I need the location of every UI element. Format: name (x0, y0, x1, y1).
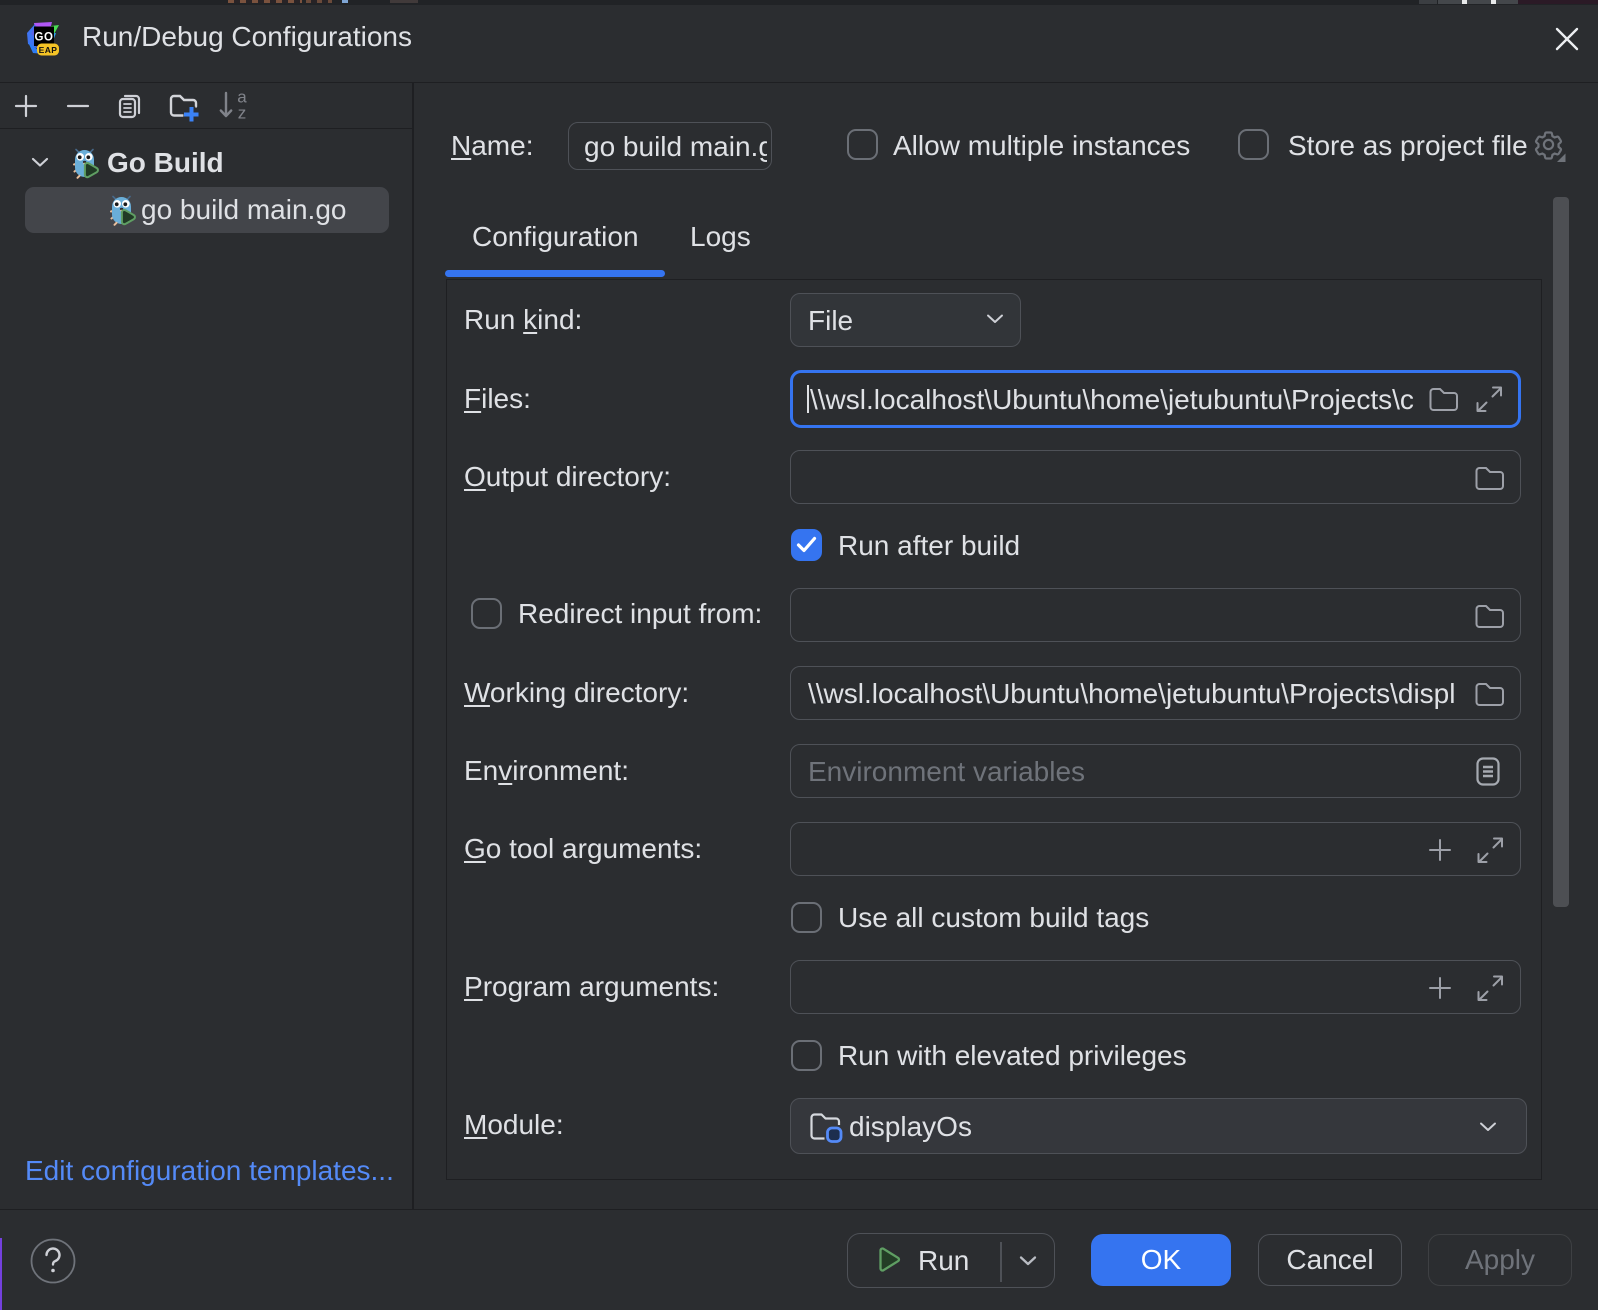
svg-text:z: z (238, 104, 247, 123)
svg-text:EAP: EAP (39, 45, 58, 55)
svg-text:GO: GO (35, 32, 54, 44)
